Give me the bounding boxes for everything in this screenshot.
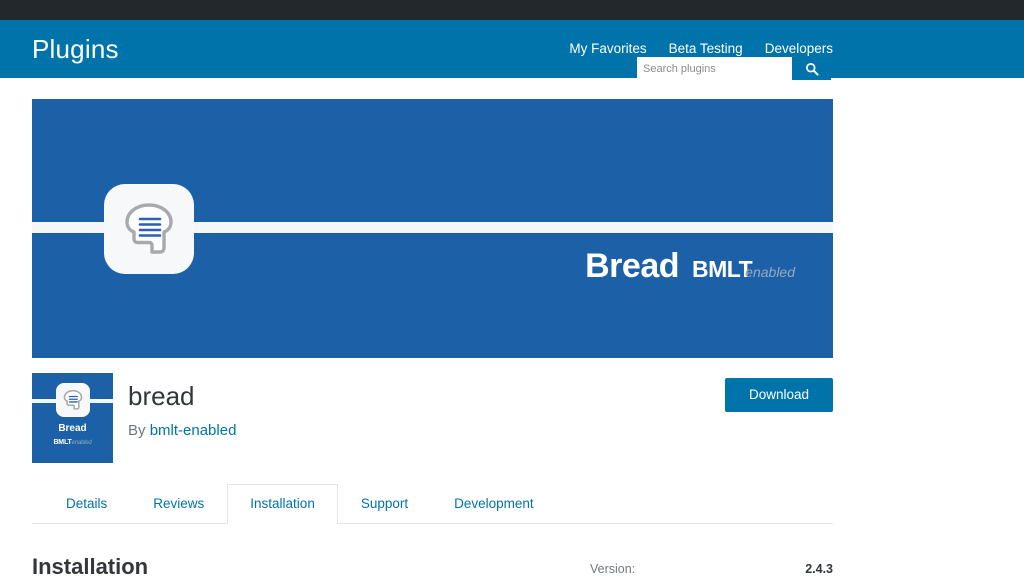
byline-prefix: By: [128, 422, 146, 439]
content-container: Bread BMLT enabled Bread BMLTenabled bre…: [32, 78, 833, 576]
banner-brand-secondary: BMLT: [692, 256, 753, 282]
version-label: Version:: [590, 562, 636, 576]
plugin-icon-caption: Bread: [58, 423, 87, 434]
search-input[interactable]: [637, 57, 792, 80]
tab-details[interactable]: Details: [43, 484, 130, 524]
nav-my-favorites[interactable]: My Favorites: [569, 42, 646, 56]
plugin-banner: Bread BMLT enabled: [32, 99, 833, 358]
tab-support[interactable]: Support: [338, 484, 431, 524]
page-title: Plugins: [32, 34, 119, 64]
nav-beta-testing[interactable]: Beta Testing: [669, 42, 743, 56]
banner-brand-primary: Bread: [585, 247, 679, 285]
wp-admin-bar: [0, 0, 1024, 20]
bread-slice-icon-small: [56, 383, 90, 417]
plugin-author-link[interactable]: bmlt-enabled: [150, 422, 237, 439]
plugin-icon-subcaption: BMLTenabled: [53, 439, 92, 446]
search-form: [637, 57, 831, 80]
banner-brand: Bread BMLT enabled: [585, 249, 795, 283]
download-button[interactable]: Download: [724, 378, 833, 413]
plugin-meta-version: Version: 2.4.3: [590, 562, 833, 576]
plugin-byline: By bmlt-enabled: [128, 421, 236, 441]
nav-developers[interactable]: Developers: [765, 42, 833, 56]
plugin-header-row: Bread BMLTenabled bread By bmlt-enabled …: [32, 373, 833, 468]
plugin-tabs: Details Reviews Installation Support Dev…: [32, 481, 833, 524]
tab-reviews[interactable]: Reviews: [130, 484, 227, 524]
tab-installation[interactable]: Installation: [227, 483, 338, 524]
installation-section: Installation Version: 2.4.3: [32, 554, 833, 576]
search-icon: [805, 62, 819, 76]
site-header: Plugins My Favorites Beta Testing Develo…: [0, 20, 1024, 80]
search-button[interactable]: [792, 57, 831, 80]
tab-development[interactable]: Development: [431, 484, 557, 524]
plugin-icon: Bread BMLTenabled: [32, 373, 113, 463]
version-value: 2.4.3: [805, 562, 833, 576]
banner-brand-tertiary: enabled: [745, 264, 795, 280]
plugin-name: bread: [128, 381, 195, 411]
section-heading: Installation: [32, 554, 149, 576]
bread-slice-icon: [104, 184, 194, 274]
